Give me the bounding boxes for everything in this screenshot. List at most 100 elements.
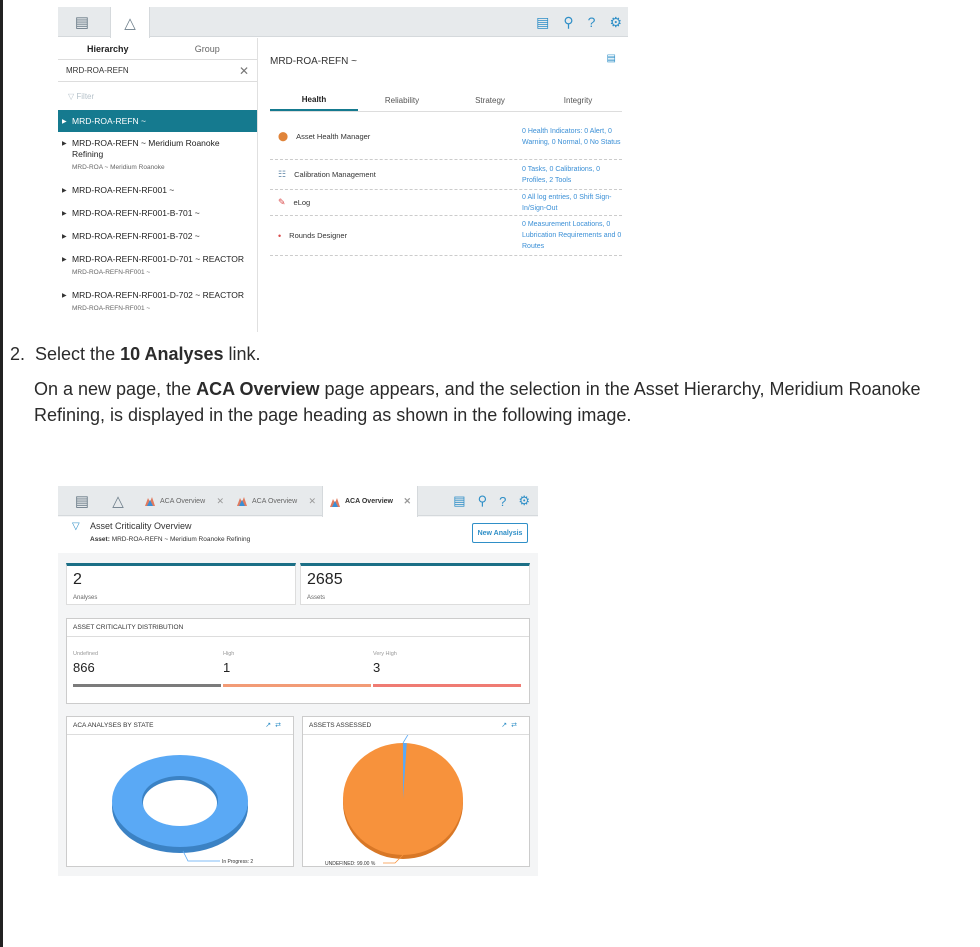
help-icon[interactable]: ?: [499, 494, 506, 509]
top-toolbar: ▤ △ ACA Overview ✕ ACA Overview ✕ ACA Ov…: [58, 486, 538, 517]
search-icon[interactable]: ⚲: [478, 493, 488, 509]
close-icon[interactable]: ✕: [308, 496, 316, 507]
filter-icon: ▽: [68, 91, 77, 101]
analyses-kpi[interactable]: 2 Analyses: [66, 563, 296, 605]
tab-aca-overview-3[interactable]: ACA Overview ✕: [322, 486, 418, 517]
asset-context: Asset: MRD-ROA-REFN ~ Meridium Roanoke R…: [90, 536, 250, 543]
tab-integrity[interactable]: Integrity: [534, 90, 622, 111]
kpi-value: 2685: [307, 571, 343, 588]
state-donut-chart: In Progress: 2: [112, 755, 253, 865]
module-summary-link[interactable]: 0 All log entries, 0 Shift Sign-In/Sign-…: [522, 192, 622, 214]
module-label: Rounds Designer: [289, 231, 348, 240]
criticality-undefined[interactable]: Undefined 866: [73, 651, 221, 687]
tree-item[interactable]: ▶ MRD-ROA-REFN-RF001-D-702 ~ REACTOR MRD-R…: [58, 284, 257, 320]
expand-icon[interactable]: ↗⇄: [265, 721, 285, 729]
detail-title: MRD-ROA-REFN ~: [270, 56, 357, 67]
tree-item-label: MRD-ROA-REFN-RF001-B-702 ~: [72, 231, 200, 241]
tab-health[interactable]: Health: [270, 90, 358, 111]
expand-arrow-icon[interactable]: ▶: [62, 186, 67, 197]
document-icon[interactable]: ▤: [536, 14, 549, 31]
hierarchy-panel: Hierarchy Group MRD-ROA-REFN ✕ ▽ Filter …: [58, 38, 258, 332]
asset-value: MRD-ROA-REFN ~ Meridium Roanoke Refining: [111, 536, 251, 543]
expand-arrow-icon[interactable]: ▶: [62, 209, 67, 220]
module-summary-link[interactable]: 0 Health Indicators: 0 Alert, 0 Warning,…: [522, 126, 622, 148]
tree-item-sub: MRD-ROA-REFN-RF001 ~: [72, 269, 151, 276]
para-bold: ACA Overview: [196, 379, 320, 399]
document-icon[interactable]: ▤: [607, 53, 616, 64]
tab-strategy[interactable]: Strategy: [446, 90, 534, 111]
tree-item[interactable]: ▶ MRD-ROA-REFN ~: [58, 110, 257, 132]
filter-field[interactable]: ▽ Filter: [58, 82, 257, 110]
module-summary-link[interactable]: 0 Measurement Locations, 0 Lubrication R…: [522, 219, 622, 252]
criticality-distribution: ASSET CRITICALITY DISTRIBUTION Undefined…: [66, 618, 530, 704]
document-icon[interactable]: ▤: [453, 493, 465, 509]
tree-item[interactable]: ▶ MRD-ROA-REFN-RF001-B-702 ~: [58, 225, 257, 248]
hierarchy-icon[interactable]: △: [110, 7, 150, 38]
search-value: MRD-ROA-REFN: [66, 66, 129, 75]
close-icon[interactable]: ✕: [216, 496, 224, 507]
new-analysis-button[interactable]: New Analysis: [472, 523, 528, 543]
tree-item-label: MRD-ROA-REFN ~: [72, 116, 146, 126]
rounds-icon: •: [278, 230, 282, 241]
tab-aca-overview-2[interactable]: ACA Overview ✕: [230, 486, 322, 516]
filter-icon[interactable]: ▽: [72, 521, 80, 532]
hierarchy-search[interactable]: MRD-ROA-REFN ✕: [58, 60, 257, 82]
aca-logo-icon: [144, 495, 156, 507]
kpi-value: 2: [73, 571, 82, 588]
module-label: eLog: [293, 198, 311, 207]
asset-label: Asset:: [90, 536, 110, 543]
asset-health-icon: ⬤: [278, 131, 289, 141]
expand-icon[interactable]: ↗⇄: [501, 721, 521, 729]
criticality-high[interactable]: High 1: [223, 651, 371, 687]
clear-icon[interactable]: ✕: [239, 64, 249, 78]
expand-arrow-icon[interactable]: ▶: [62, 117, 67, 128]
close-icon[interactable]: ✕: [403, 496, 411, 507]
card-title: ACA ANALYSES BY STATE: [73, 722, 154, 729]
analyses-by-state-card: ACA ANALYSES BY STATE ↗⇄ In Progress: 2: [66, 716, 294, 867]
module-summary-link[interactable]: 0 Tasks, 0 Calibrations, 0 Profiles, 2 T…: [522, 164, 622, 186]
result-paragraph: On a new page, the ACA Overview page app…: [34, 376, 974, 428]
dashboard-icon[interactable]: ▤: [62, 486, 102, 516]
elog-icon: ✎: [278, 197, 286, 207]
module-row: ⬤ Asset Health Manager 0 Health Indicators…: [270, 114, 622, 160]
dashboard-icon[interactable]: ▤: [62, 7, 102, 37]
module-list: ⬤ Asset Health Manager 0 Health Indicators…: [270, 114, 622, 256]
detail-panel: MRD-ROA-REFN ~ ▤ Health Reliability Strate…: [258, 38, 628, 332]
hierarchy-tree: ▶ MRD-ROA-REFN ~ ▶ MRD-ROA-REFN ~ Meridium …: [58, 110, 257, 320]
page-title: Asset Criticality Overview: [90, 521, 192, 531]
hierarchy-icon[interactable]: △: [98, 486, 138, 516]
criticality-very-high[interactable]: Very High 3: [373, 651, 521, 687]
tree-item[interactable]: ▶ MRD-ROA-REFN-RF001-B-701 ~: [58, 202, 257, 225]
tab-reliability[interactable]: Reliability: [358, 90, 446, 111]
module-label: Asset Health Manager: [296, 132, 371, 141]
tree-item[interactable]: ▶ MRD-ROA-REFN-RF001-D-701 ~ REACTOR MRD-R…: [58, 248, 257, 284]
gear-icon[interactable]: ⚙: [518, 493, 530, 509]
criticality-bar: [223, 684, 371, 687]
filter-placeholder: Filter: [76, 91, 95, 101]
expand-arrow-icon[interactable]: ▶: [62, 255, 67, 266]
tab-group[interactable]: Group: [158, 38, 258, 59]
search-icon[interactable]: ⚲: [563, 14, 573, 31]
para-pre: On a new page, the: [34, 379, 197, 399]
criticality-count: 3: [373, 660, 381, 675]
step-pre: Select the: [35, 344, 121, 364]
tree-item-label: MRD-ROA-REFN ~ Meridium Roanoke Refining: [72, 138, 220, 159]
assets-kpi[interactable]: 2685 Assets: [300, 563, 530, 605]
step-text: 2. Select the 10 Analyses link.: [10, 344, 261, 365]
expand-arrow-icon[interactable]: ▶: [62, 232, 67, 243]
criticality-bar: [373, 684, 521, 687]
tab-aca-overview-1[interactable]: ACA Overview ✕: [138, 486, 230, 516]
criticality-label: High: [223, 651, 235, 657]
help-icon[interactable]: ?: [588, 14, 596, 30]
tree-item[interactable]: ▶ MRD-ROA-REFN-RF001 ~: [58, 179, 257, 202]
step-number: 2.: [10, 344, 26, 364]
tab-hierarchy[interactable]: Hierarchy: [58, 38, 158, 59]
expand-arrow-icon[interactable]: ▶: [62, 291, 67, 302]
tree-item[interactable]: ▶ MRD-ROA-REFN ~ Meridium Roanoke Refinin…: [58, 132, 257, 179]
criticality-label: Very High: [373, 651, 397, 657]
gear-icon[interactable]: ⚙: [609, 14, 622, 31]
top-toolbar: ▤ △ ▤ ⚲ ? ⚙: [58, 7, 628, 38]
criticality-count: 866: [73, 660, 95, 675]
tree-item-label: MRD-ROA-REFN-RF001-D-701 ~ REACTOR: [72, 254, 244, 264]
expand-arrow-icon[interactable]: ▶: [62, 139, 67, 150]
